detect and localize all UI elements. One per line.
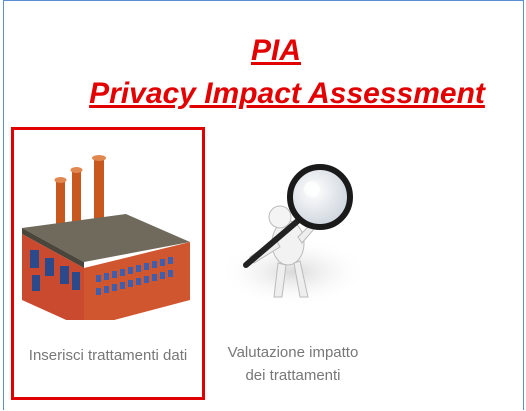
tile-inserisci-trattamenti[interactable]: Inserisci trattamenti dati bbox=[11, 127, 205, 400]
factory-icon bbox=[14, 150, 202, 328]
tile-label: Inserisci trattamenti dati bbox=[28, 347, 188, 364]
page-title: PIA bbox=[250, 34, 301, 67]
tile-label: Valutazione impatto dei trattamenti bbox=[227, 344, 359, 384]
page-subtitle: Privacy Impact Assessment bbox=[89, 77, 485, 110]
magnifier-person-icon bbox=[218, 147, 368, 322]
tile-valutazione-impatto[interactable]: Valutazione impatto dei trattamenti bbox=[218, 127, 368, 407]
